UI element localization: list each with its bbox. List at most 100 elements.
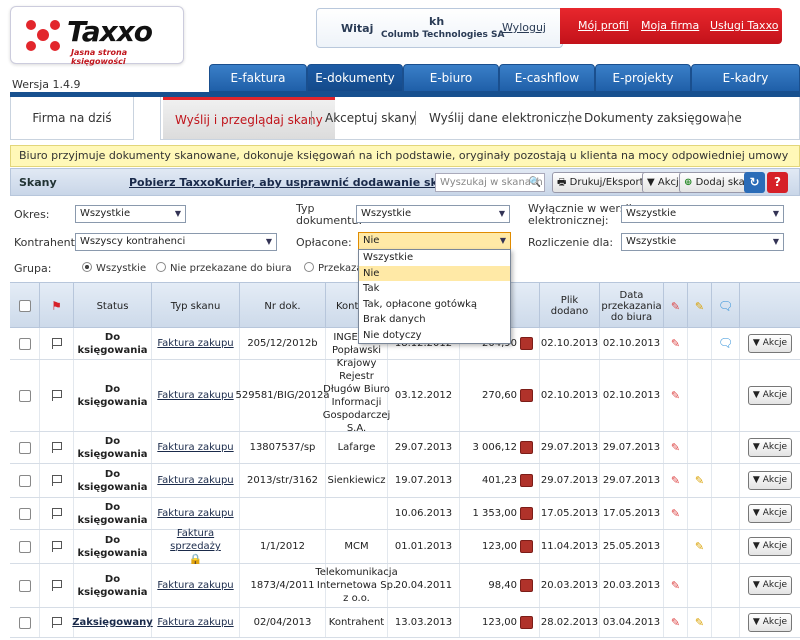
- help-icon[interactable]: ?: [767, 172, 788, 193]
- wylacznie-select[interactable]: Wszystkie ▼: [621, 205, 784, 223]
- row-actions-button[interactable]: ▼ Akcje: [747, 471, 793, 490]
- row-select[interactable]: [10, 530, 40, 563]
- unpaid-status-icon[interactable]: [520, 616, 533, 629]
- kontrahent-select[interactable]: Wszyscy kontrahenci ▼: [75, 233, 277, 251]
- subtab-send-electronic[interactable]: Wyślij dane elektroniczne: [429, 97, 582, 139]
- scan-type-link[interactable]: Faktura zakupu: [157, 337, 233, 350]
- row-actions-button[interactable]: ▼ Akcje: [747, 386, 793, 405]
- tab-e-biuro[interactable]: E-biuro: [403, 64, 499, 92]
- dropdown-option[interactable]: Wszystkie: [359, 250, 510, 266]
- unpaid-status-icon[interactable]: [520, 507, 533, 520]
- nav-firma-na-dzis[interactable]: Firma na dziś: [10, 97, 134, 140]
- dropdown-option[interactable]: Nie dotyczy: [359, 328, 510, 344]
- row-checkbox[interactable]: [18, 540, 31, 553]
- subtab-accept-scans[interactable]: Akceptuj skany: [325, 97, 416, 139]
- pencil-icon[interactable]: ✎: [671, 337, 680, 350]
- logout-link[interactable]: Wyloguj: [502, 21, 546, 34]
- row-select[interactable]: [10, 328, 40, 359]
- scan-type-link[interactable]: Faktura zakupu: [157, 616, 233, 629]
- note-pencil-icon[interactable]: ✎: [695, 540, 704, 553]
- row-select[interactable]: [10, 498, 40, 529]
- row-flag[interactable]: [40, 464, 74, 497]
- select-all-checkbox[interactable]: [18, 300, 31, 312]
- unpaid-status-icon[interactable]: [520, 540, 533, 553]
- tab-e-dokumenty[interactable]: E-dokumenty: [307, 64, 403, 92]
- radio-wszystkie[interactable]: Wszystkie: [82, 262, 146, 274]
- unpaid-status-icon[interactable]: [520, 441, 533, 454]
- scan-type-link[interactable]: Faktura zakupu: [157, 507, 233, 520]
- row-checkbox[interactable]: [18, 389, 31, 402]
- flag-icon[interactable]: [51, 617, 62, 628]
- my-company-link[interactable]: Moja firma: [641, 19, 699, 32]
- typ-dokumentu-select[interactable]: Wszystkie ▼: [356, 205, 510, 223]
- pencil-icon[interactable]: ✎: [671, 441, 680, 454]
- dropdown-option[interactable]: Tak: [359, 281, 510, 297]
- row-checkbox[interactable]: [18, 616, 31, 629]
- radio-nie-przekazane[interactable]: Nie przekazane do biura: [156, 262, 292, 274]
- okres-select[interactable]: Wszystkie ▼: [75, 205, 186, 223]
- row-flag[interactable]: [40, 564, 74, 607]
- taxxo-services-link[interactable]: Usługi Taxxo: [710, 19, 778, 32]
- flag-icon[interactable]: [51, 475, 62, 486]
- row-flag[interactable]: [40, 498, 74, 529]
- scan-type-link[interactable]: Faktura sprzedaży: [155, 527, 236, 553]
- flag-icon[interactable]: [51, 442, 62, 453]
- row-checkbox[interactable]: [18, 507, 31, 520]
- row-select[interactable]: [10, 432, 40, 463]
- flag-icon[interactable]: [51, 541, 62, 552]
- scan-type-link[interactable]: Faktura zakupu: [157, 389, 233, 402]
- row-select[interactable]: [10, 464, 40, 497]
- row-checkbox[interactable]: [18, 474, 31, 487]
- pencil-icon[interactable]: ✎: [671, 616, 680, 629]
- row-select[interactable]: [10, 564, 40, 607]
- dropdown-option[interactable]: Brak danych: [359, 312, 510, 328]
- row-actions-button[interactable]: ▼ Akcje: [747, 438, 793, 457]
- header-plik-dodano[interactable]: Plik dodano: [540, 283, 600, 329]
- dropdown-option[interactable]: Tak, opłacone gotówką: [359, 297, 510, 313]
- scan-type-link[interactable]: Faktura zakupu: [157, 579, 233, 592]
- scan-type-link[interactable]: Faktura zakupu: [157, 474, 233, 487]
- row-checkbox[interactable]: [18, 337, 31, 350]
- flag-icon[interactable]: [51, 338, 62, 349]
- tab-e-cashflow[interactable]: E-cashflow: [499, 64, 595, 92]
- dropdown-option-highlighted[interactable]: Nie: [359, 265, 510, 281]
- row-flag[interactable]: [40, 432, 74, 463]
- oplacone-select[interactable]: Nie ▼: [358, 232, 511, 250]
- row-checkbox[interactable]: [18, 441, 31, 454]
- flag-icon[interactable]: [51, 508, 62, 519]
- subtab-booked-documents[interactable]: Dokumenty zaksięgowane: [584, 97, 742, 139]
- row-select[interactable]: [10, 360, 40, 431]
- unpaid-status-icon[interactable]: [520, 389, 533, 402]
- unpaid-status-icon[interactable]: [520, 337, 533, 350]
- header-select-all[interactable]: [10, 283, 40, 329]
- tab-e-faktura[interactable]: E-faktura: [209, 64, 307, 92]
- header-data-przekazania[interactable]: Data przekazania do biura: [600, 283, 664, 329]
- taxxokurier-link[interactable]: Pobierz TaxxoKurier, aby usprawnić dodaw…: [129, 176, 471, 189]
- unpaid-status-icon[interactable]: [520, 579, 533, 592]
- scan-type-link[interactable]: Faktura zakupu: [157, 441, 233, 454]
- pencil-icon[interactable]: ✎: [671, 389, 680, 402]
- tab-e-kadry[interactable]: E-kadry: [691, 64, 800, 92]
- header-status[interactable]: Status: [74, 283, 152, 329]
- row-actions-button[interactable]: ▼ Akcje: [747, 576, 793, 595]
- flag-icon[interactable]: [51, 390, 62, 401]
- search-input[interactable]: Wyszukaj w skanach 🔍: [435, 173, 545, 192]
- row-flag[interactable]: [40, 530, 74, 563]
- row-actions-button[interactable]: ▼ Akcje: [747, 504, 793, 523]
- row-checkbox[interactable]: [18, 579, 31, 592]
- pencil-icon[interactable]: ✎: [671, 507, 680, 520]
- unpaid-status-icon[interactable]: [520, 474, 533, 487]
- rozliczenie-select[interactable]: Wszystkie ▼: [621, 233, 784, 251]
- pencil-icon[interactable]: ✎: [671, 474, 680, 487]
- row-actions-button[interactable]: ▼ Akcje: [747, 613, 793, 632]
- row-actions-button[interactable]: ▼ Akcje: [747, 334, 793, 353]
- header-nr-dok[interactable]: Nr dok.: [240, 283, 326, 329]
- row-actions-button[interactable]: ▼ Akcje: [747, 537, 793, 556]
- subtab-send-scans[interactable]: Wyślij i przeglądaj skany: [163, 97, 335, 139]
- row-flag[interactable]: [40, 328, 74, 359]
- my-profile-link[interactable]: Mój profil: [578, 19, 629, 32]
- row-flag[interactable]: [40, 608, 74, 637]
- row-flag[interactable]: [40, 360, 74, 431]
- row-select[interactable]: [10, 608, 40, 637]
- radio-przekazane[interactable]: Przekaza: [304, 262, 363, 274]
